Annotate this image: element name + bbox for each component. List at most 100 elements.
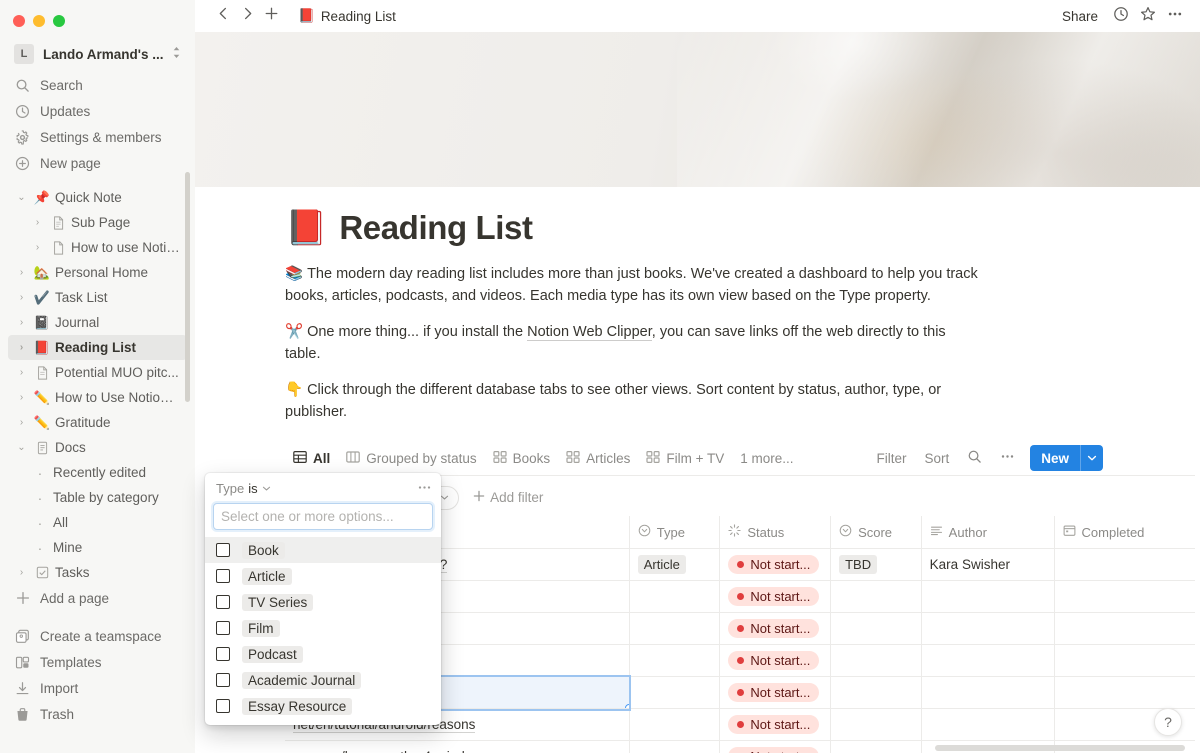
cell-author[interactable]	[921, 580, 1055, 614]
cell-type[interactable]	[629, 580, 721, 614]
sidebar-tree-task-list[interactable]: › ✔️ Task List	[8, 285, 187, 310]
option-academic-journal[interactable]: Academic Journal	[205, 667, 441, 693]
database-more-button[interactable]	[993, 445, 1022, 471]
sidebar-add-a-page[interactable]: Add a page	[8, 585, 187, 611]
help-button[interactable]: ?	[1154, 708, 1182, 736]
cell-author[interactable]	[921, 676, 1055, 710]
back-button[interactable]	[211, 4, 235, 28]
minimize-window-button[interactable]	[33, 15, 45, 27]
sidebar-tree-tasks[interactable]: › Tasks	[8, 560, 187, 585]
cell-status[interactable]: Not start...	[719, 580, 832, 614]
breadcrumb[interactable]: 📕 Reading List	[292, 5, 402, 27]
type-options-search-input[interactable]	[213, 503, 433, 530]
sidebar-import[interactable]: Import	[8, 675, 187, 701]
sidebar-tree-recently-edited[interactable]: · Recently edited	[8, 460, 187, 485]
sidebar-tree-docs[interactable]: ⌄ Docs	[8, 435, 187, 460]
favorite-button[interactable]	[1136, 4, 1160, 28]
add-filter-button[interactable]: Add filter	[467, 487, 549, 508]
sidebar-tree-mine[interactable]: · Mine	[8, 535, 187, 560]
checkbox-icon[interactable]	[216, 699, 230, 713]
page-icon-emoji[interactable]: 📕	[285, 211, 327, 245]
sort-button[interactable]: Sort	[917, 447, 956, 470]
cell-completed[interactable]	[1054, 548, 1195, 582]
cell-type[interactable]	[629, 740, 721, 753]
cell-score[interactable]	[830, 676, 922, 710]
cell-status[interactable]: Not start...	[719, 548, 832, 582]
chevron-right-icon[interactable]: ›	[30, 217, 45, 228]
checkbox-icon[interactable]	[216, 673, 230, 687]
chevron-right-icon[interactable]: ›	[14, 567, 29, 578]
cell-completed[interactable]	[1054, 676, 1195, 710]
sidebar-item-updates[interactable]: Updates	[8, 98, 187, 124]
chevron-down-icon[interactable]	[1081, 445, 1103, 471]
chevron-down-icon[interactable]: ⌄	[14, 442, 29, 453]
checkbox-icon[interactable]	[216, 569, 230, 583]
sidebar-tree-how-to-use-notion[interactable]: › How to use Notio...	[8, 235, 187, 260]
sidebar-item-search[interactable]: Search	[8, 72, 187, 98]
cell-completed[interactable]	[1054, 644, 1195, 678]
page-title-text[interactable]: Reading List	[339, 209, 533, 247]
checkbox-icon[interactable]	[216, 621, 230, 635]
column-header-status[interactable]: Status	[719, 515, 832, 550]
popover-more-button[interactable]	[417, 480, 432, 497]
sidebar-tree-how-to-use-notion-2[interactable]: › ✏️ How to Use Notion ...	[8, 385, 187, 410]
page-updates-button[interactable]	[1109, 4, 1133, 28]
tab-books[interactable]: Books	[485, 442, 559, 475]
option-film[interactable]: Film	[205, 615, 441, 641]
chevron-right-icon[interactable]: ›	[30, 242, 45, 253]
cell-status[interactable]: Not start...	[719, 740, 832, 753]
forward-button[interactable]	[235, 4, 259, 28]
cell-status[interactable]: Not start...	[719, 676, 832, 710]
cell-author[interactable]	[921, 644, 1055, 678]
share-button[interactable]: Share	[1054, 5, 1106, 28]
option-tv-series[interactable]: TV Series	[205, 589, 441, 615]
more-options-button[interactable]	[1163, 4, 1187, 28]
cell-score[interactable]	[830, 580, 922, 614]
tab-articles[interactable]: Articles	[558, 442, 638, 475]
zoom-window-button[interactable]	[53, 15, 65, 27]
cell-score[interactable]	[830, 708, 922, 742]
sidebar-item-settings-members[interactable]: Settings & members	[8, 124, 187, 150]
option-podcast[interactable]: Podcast	[205, 641, 441, 667]
cell-author[interactable]: Kara Swisher	[921, 548, 1055, 582]
new-tab-button[interactable]	[259, 4, 283, 28]
tab-film-tv[interactable]: Film + TV	[638, 442, 732, 475]
column-header-author[interactable]: Author	[921, 515, 1055, 550]
cell-type[interactable]	[629, 708, 721, 742]
chevron-right-icon[interactable]: ›	[14, 342, 29, 353]
cell-score[interactable]	[830, 644, 922, 678]
chevron-right-icon[interactable]: ›	[14, 267, 29, 278]
sidebar-create-teamspace[interactable]: Create a teamspace	[8, 623, 187, 649]
sidebar-tree-table-by-category[interactable]: · Table by category	[8, 485, 187, 510]
option-essay-resource[interactable]: Essay Resource	[205, 693, 441, 719]
database-search-button[interactable]	[960, 445, 989, 471]
selection-handle[interactable]	[624, 704, 629, 708]
tab-all[interactable]: All	[285, 442, 339, 476]
sidebar-scrollbar[interactable]	[185, 172, 190, 402]
cell-author[interactable]	[921, 708, 1055, 742]
sidebar-item-new-page[interactable]: New page	[8, 150, 187, 176]
cell-status[interactable]: Not start...	[719, 612, 832, 646]
sidebar-tree-journal[interactable]: › 📓 Journal	[8, 310, 187, 335]
checkbox-icon[interactable]	[216, 647, 230, 661]
sidebar-tree-quick-note[interactable]: ⌄ 📌 Quick Note	[8, 185, 187, 210]
popover-condition-selector[interactable]: Type is	[216, 481, 271, 496]
sidebar-tree-gratitude[interactable]: › ✏️ Gratitude	[8, 410, 187, 435]
cell-completed[interactable]	[1054, 580, 1195, 614]
chevron-right-icon[interactable]: ›	[14, 317, 29, 328]
cell-score[interactable]: TBD	[830, 548, 922, 582]
workspace-switcher[interactable]: L Lando Armand's ...	[8, 40, 187, 68]
cell-type[interactable]: Article	[629, 548, 721, 582]
column-header-type[interactable]: Type	[629, 515, 721, 550]
sidebar-tree-sub-page[interactable]: › Sub Page	[8, 210, 187, 235]
cell-completed[interactable]	[1054, 612, 1195, 646]
tab-more[interactable]: 1 more...	[732, 442, 801, 475]
column-header-completed[interactable]: Completed	[1054, 515, 1195, 550]
sidebar-tree-potential-muo-pitches[interactable]: › Potential MUO pitc...	[8, 360, 187, 385]
option-book[interactable]: Book	[205, 537, 441, 563]
cell-score[interactable]	[830, 612, 922, 646]
sidebar-tree-reading-list[interactable]: › 📕 Reading List	[8, 335, 187, 360]
filter-button[interactable]: Filter	[869, 447, 913, 470]
new-row-button[interactable]: New	[1030, 445, 1103, 472]
notion-web-clipper-link[interactable]: Notion Web Clipper	[527, 323, 652, 341]
